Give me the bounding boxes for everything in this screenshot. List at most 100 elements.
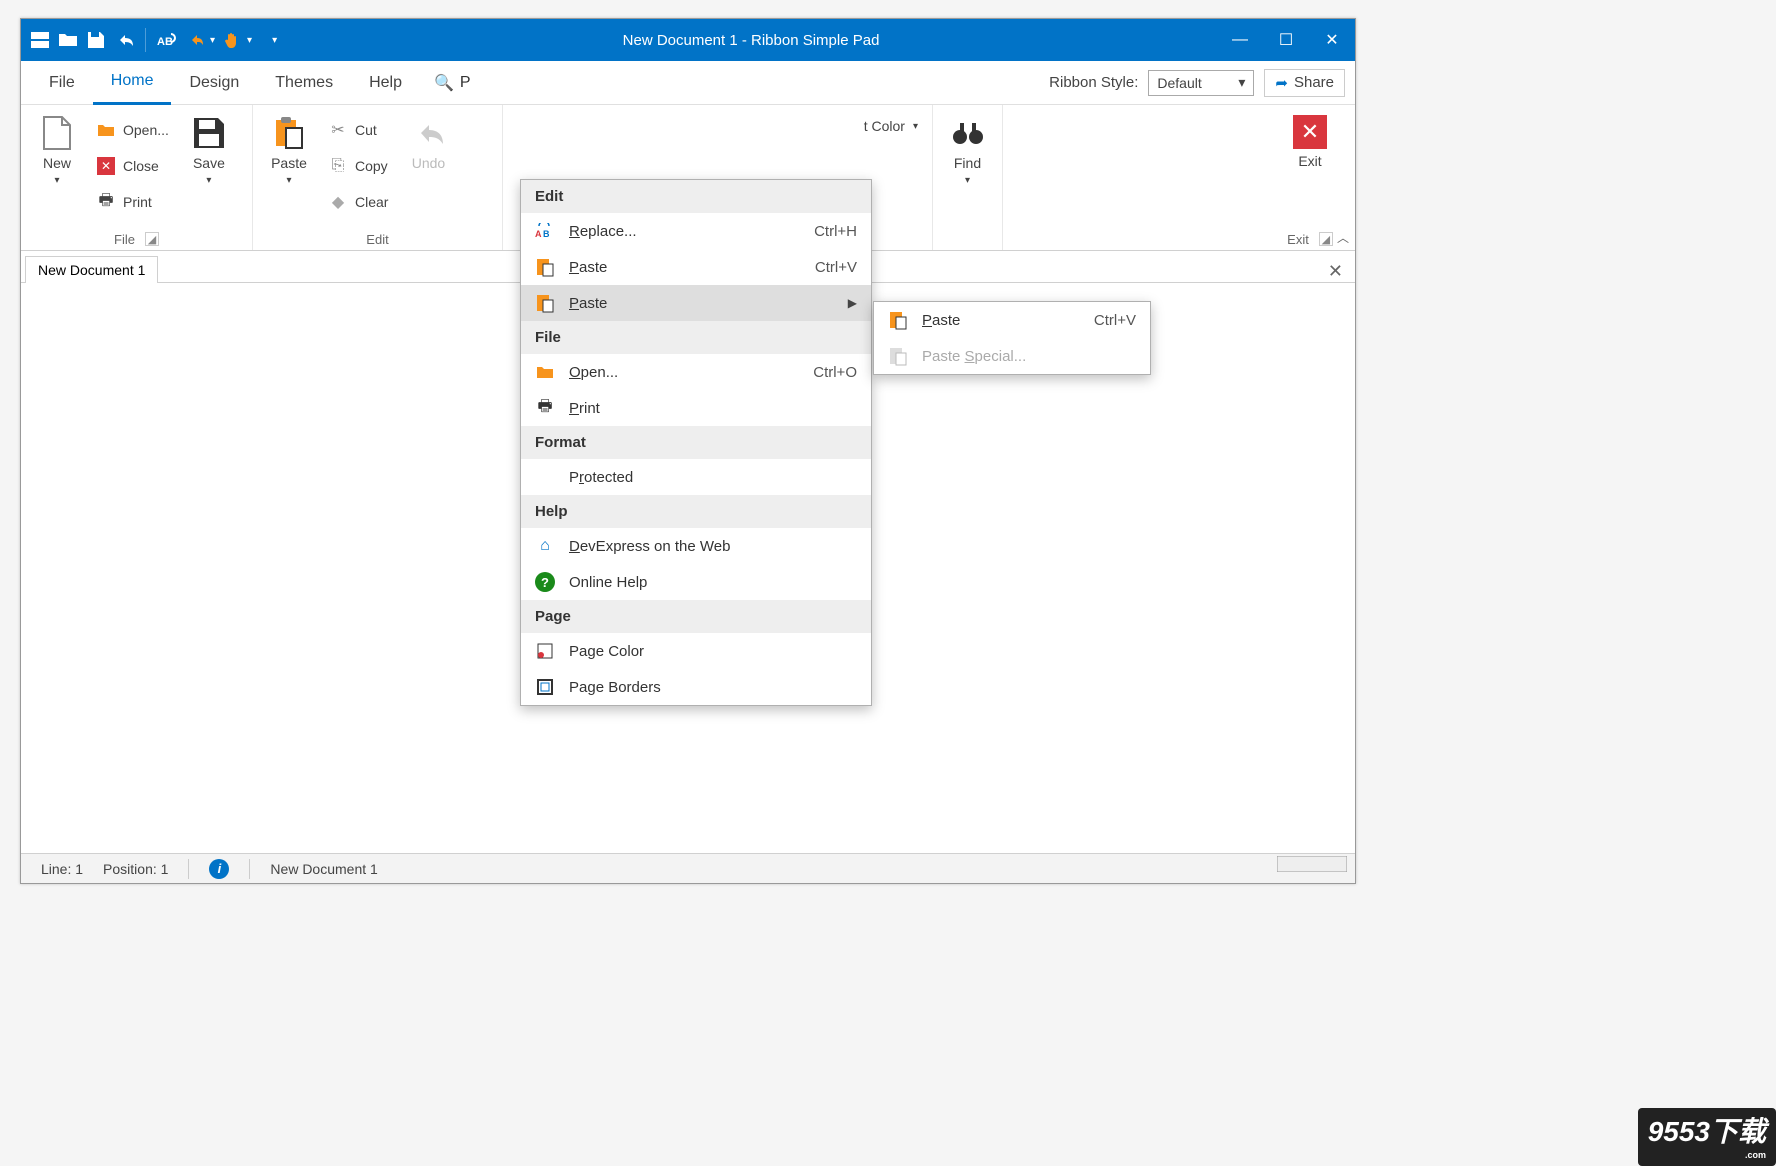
submenu-arrow-icon: ▶ xyxy=(848,296,857,310)
copy-icon: ⎘ xyxy=(329,157,347,175)
new-button[interactable]: New▾ xyxy=(29,111,85,186)
exit-icon: ✕ xyxy=(1293,115,1327,149)
popup-item-paste[interactable]: Paste Ctrl+V xyxy=(521,249,871,285)
find-button[interactable]: Find▾ xyxy=(941,111,994,186)
scissors-icon: ✂ xyxy=(329,121,347,139)
share-icon: ➦ xyxy=(1275,74,1288,92)
print-button[interactable]: 🖶Print xyxy=(93,187,173,217)
undo-arrow-icon xyxy=(410,115,446,151)
font-color-button[interactable]: t Color ▾ xyxy=(860,111,922,141)
paste-icon xyxy=(888,310,908,330)
clear-button[interactable]: ◆Clear xyxy=(325,187,392,217)
status-docname: New Document 1 xyxy=(270,861,377,877)
close-x-icon: ✕ xyxy=(97,157,115,175)
maximize-button[interactable]: ☐ xyxy=(1263,19,1309,61)
svg-text:AB: AB xyxy=(157,36,173,48)
ribbon-style-select[interactable]: Default▾ xyxy=(1148,70,1254,96)
popup-item-devexpress-web[interactable]: ⌂ DevExpress on the Web xyxy=(521,528,871,564)
caret-icon[interactable]: ▾ xyxy=(247,35,252,46)
folder-open-icon xyxy=(535,362,555,382)
dialog-launcher-icon[interactable]: ◢ xyxy=(1319,232,1333,246)
dialog-launcher-icon[interactable]: ◢ xyxy=(145,232,159,246)
open-button[interactable]: Open... xyxy=(93,115,173,145)
qat-customize-icon[interactable]: ▾ xyxy=(272,35,277,46)
minimize-button[interactable]: — xyxy=(1217,19,1263,61)
paste-button[interactable]: Paste▾ xyxy=(261,111,317,186)
app-icon xyxy=(29,29,51,51)
popup-item-open[interactable]: Open... Ctrl+O xyxy=(521,354,871,390)
undo-color-icon[interactable] xyxy=(184,29,206,51)
statusbar: Line: 1 Position: 1 i New Document 1 xyxy=(21,853,1355,883)
tab-themes[interactable]: Themes xyxy=(257,61,351,105)
quick-access-toolbar: AB ▾ ▾ ▾ xyxy=(21,28,285,52)
status-position: Position: 1 xyxy=(103,861,168,877)
group-edit-label: Edit xyxy=(366,232,388,247)
popup-item-page-borders[interactable]: Page Borders xyxy=(521,669,871,705)
home-icon: ⌂ xyxy=(535,536,555,556)
popup-section-help: Help xyxy=(521,495,871,528)
paste-icon xyxy=(271,115,307,151)
popup-item-print[interactable]: 🖶 Print xyxy=(521,390,871,426)
caret-icon[interactable]: ▾ xyxy=(210,35,215,46)
help-icon: ? xyxy=(535,572,555,592)
submenu-item-paste-special: Paste Special... xyxy=(874,338,1150,374)
paste-icon xyxy=(535,257,555,277)
info-icon[interactable]: i xyxy=(209,859,229,879)
close-button[interactable]: ✕ xyxy=(1309,19,1355,61)
page-color-icon xyxy=(535,641,555,661)
undo-button[interactable]: Undo xyxy=(400,111,456,171)
close-button[interactable]: ✕Close xyxy=(93,151,173,181)
folder-open-icon xyxy=(97,121,115,139)
group-file-label: File xyxy=(114,232,135,247)
close-tab-icon[interactable]: ✕ xyxy=(1316,261,1355,282)
titlebar: AB ▾ ▾ ▾ New Document 1 - Ribbon Simple … xyxy=(21,19,1355,61)
open-icon[interactable] xyxy=(57,29,79,51)
save-button[interactable]: Save▾ xyxy=(181,111,237,186)
devexpress-watermark xyxy=(1277,856,1347,875)
binoculars-icon xyxy=(950,115,986,151)
submenu-item-paste[interactable]: Paste Ctrl+V xyxy=(874,302,1150,338)
paste-icon xyxy=(535,293,555,313)
svg-text:B: B xyxy=(543,229,550,239)
replace-icon[interactable]: AB xyxy=(156,29,178,51)
popup-section-file: File xyxy=(521,321,871,354)
tab-file[interactable]: File xyxy=(31,61,93,105)
popup-item-page-color[interactable]: Page Color xyxy=(521,633,871,669)
collapse-ribbon-icon[interactable]: ︿ xyxy=(1337,229,1349,246)
window-title: New Document 1 - Ribbon Simple Pad xyxy=(285,32,1217,49)
save-icon[interactable] xyxy=(85,29,107,51)
eraser-icon: ◆ xyxy=(329,193,347,211)
search-results-popup: Edit AB RReplace...eplace... Ctrl+H Past… xyxy=(520,179,872,706)
popup-section-format: Format xyxy=(521,426,871,459)
copy-button[interactable]: ⎘Copy xyxy=(325,151,392,181)
exit-button[interactable]: ✕ Exit xyxy=(1282,111,1338,169)
ribbon-tabs: File Home Design Themes Help 🔍 P Ribbon … xyxy=(21,61,1355,105)
chevron-down-icon: ▾ xyxy=(913,121,918,132)
tab-help[interactable]: Help xyxy=(351,61,420,105)
printer-icon: 🖶 xyxy=(97,193,115,211)
search-input[interactable]: P xyxy=(460,74,471,92)
hand-icon[interactable] xyxy=(221,29,243,51)
popup-item-replace[interactable]: AB RReplace...eplace... Ctrl+H xyxy=(521,213,871,249)
share-button[interactable]: ➦Share xyxy=(1264,69,1345,97)
popup-item-protected[interactable]: Protected xyxy=(521,459,871,495)
chevron-down-icon: ▾ xyxy=(1238,74,1245,91)
popup-item-online-help[interactable]: ? Online Help xyxy=(521,564,871,600)
cut-button[interactable]: ✂Cut xyxy=(325,115,392,145)
window-controls: — ☐ ✕ xyxy=(1217,19,1355,61)
new-icon xyxy=(39,115,75,151)
tab-home[interactable]: Home xyxy=(93,61,172,105)
paste-submenu: Paste Ctrl+V Paste Special... xyxy=(873,301,1151,375)
document-tab[interactable]: New Document 1 xyxy=(25,256,158,283)
undo-icon[interactable] xyxy=(113,29,135,51)
tab-design[interactable]: Design xyxy=(171,61,257,105)
replace-icon: AB xyxy=(535,221,555,241)
group-exit-label: Exit xyxy=(1287,232,1309,247)
status-line: Line: 1 xyxy=(41,861,83,877)
watermark-badge: 9553下载.com xyxy=(1638,1108,1776,1166)
popup-item-paste-submenu[interactable]: Paste ▶ xyxy=(521,285,871,321)
ribbon-style-label: Ribbon Style: xyxy=(1049,74,1138,91)
paste-special-icon xyxy=(888,346,908,366)
printer-icon: 🖶 xyxy=(535,398,555,418)
search-icon[interactable]: 🔍 xyxy=(434,73,454,93)
